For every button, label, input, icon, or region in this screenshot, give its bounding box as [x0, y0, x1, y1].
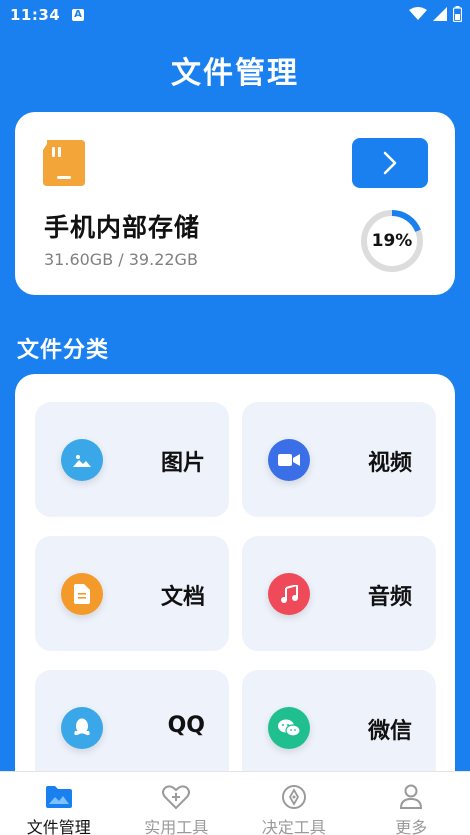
open-storage-button[interactable]: [352, 138, 428, 188]
signal-icon: [433, 7, 447, 21]
wifi-icon: [409, 7, 427, 20]
category-label: QQ: [167, 713, 205, 738]
nav-label: 实用工具: [144, 818, 209, 835]
image-icon: [61, 439, 103, 481]
person-icon: [400, 784, 423, 809]
bottom-nav: 文件管理 实用工具 决定工具 更多: [0, 771, 470, 835]
notification-a-icon: A: [72, 9, 84, 21]
music-note-icon: [268, 573, 310, 615]
category-tile-images[interactable]: 图片: [35, 402, 229, 517]
category-tile-audio[interactable]: 音频: [242, 536, 436, 651]
category-label: 音频: [367, 585, 412, 610]
status-bar: 11:34 A: [0, 0, 470, 32]
storage-size-text: 31.60GB / 39.22GB: [44, 250, 198, 269]
category-panel: 图片 视频 文档 音频 QQ 微信: [15, 374, 455, 794]
section-title-categories: 文件分类: [17, 338, 110, 363]
battery-icon: [453, 6, 462, 22]
document-icon: [61, 573, 103, 615]
sd-card-icon: [43, 140, 85, 186]
category-label: 视频: [367, 451, 412, 476]
category-tile-videos[interactable]: 视频: [242, 402, 436, 517]
status-time: 11:34: [10, 6, 61, 24]
wechat-icon: [268, 707, 310, 749]
nav-item-decision-tools[interactable]: 决定工具: [235, 772, 353, 835]
nav-item-more[interactable]: 更多: [353, 772, 470, 835]
nav-item-utility-tools[interactable]: 实用工具: [118, 772, 236, 835]
category-tile-qq[interactable]: QQ: [35, 670, 229, 785]
nav-label: 更多: [395, 818, 428, 835]
category-label: 图片: [160, 451, 205, 476]
category-tile-wechat[interactable]: 微信: [242, 670, 436, 785]
category-label: 微信: [367, 719, 412, 744]
storage-card[interactable]: 手机内部存储 31.60GB / 39.22GB 19%: [15, 112, 455, 295]
compass-icon: [281, 785, 306, 809]
folder-icon: [45, 786, 72, 808]
chevron-right-icon: [383, 151, 397, 175]
category-label: 文档: [160, 585, 205, 610]
category-tile-documents[interactable]: 文档: [35, 536, 229, 651]
nav-item-file-manager[interactable]: 文件管理: [0, 772, 118, 835]
usage-percent: 19%: [371, 231, 413, 251]
storage-title: 手机内部存储: [44, 213, 201, 242]
qq-icon: [61, 707, 103, 749]
page-title: 文件管理: [171, 56, 299, 91]
nav-label: 文件管理: [26, 818, 91, 835]
video-camera-icon: [268, 439, 310, 481]
heart-plus-icon: [162, 785, 191, 810]
status-indicators: [409, 6, 462, 22]
nav-label: 决定工具: [261, 818, 326, 835]
